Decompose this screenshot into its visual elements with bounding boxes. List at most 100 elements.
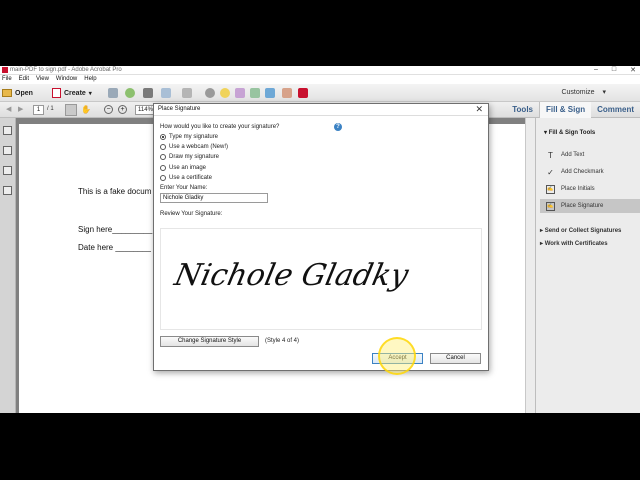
layers-icon[interactable]: [3, 186, 12, 195]
signature-preview-canvas: Nichole Gladky: [170, 258, 412, 293]
fill-and-sign-panel: ▾ Fill & Sign Tools T Add Text ✓ Add Che…: [535, 118, 640, 413]
text-icon: T: [548, 150, 553, 160]
dialog-title-bar: Place Signature ✕: [154, 104, 488, 116]
highlight-icon[interactable]: [235, 88, 245, 98]
select-tool-icon[interactable]: [65, 104, 77, 116]
option-label: Draw my signature: [169, 154, 220, 160]
cursor-highlight: [378, 337, 416, 375]
comment-icon[interactable]: [220, 88, 230, 98]
add-checkmark-tool[interactable]: ✓ Add Checkmark: [540, 165, 640, 179]
window-title: main-PDF to sign.pdf - Adobe Acrobat Pro: [10, 67, 122, 73]
place-signature-dialog: Place Signature ✕ How would you like to …: [153, 103, 489, 371]
name-field-label: Enter Your Name:: [160, 185, 208, 191]
page-total: / 1: [47, 106, 54, 112]
dialog-close-button[interactable]: ✕: [475, 104, 483, 115]
save-icon[interactable]: [108, 88, 118, 98]
menu-edit[interactable]: Edit: [19, 75, 29, 84]
customize-label: Customize: [561, 89, 595, 96]
add-checkmark-label: Add Checkmark: [561, 169, 604, 175]
print-icon[interactable]: [143, 88, 153, 98]
option-label: Use a webcam (New!): [169, 144, 229, 150]
zoom-out-icon[interactable]: −: [104, 105, 113, 114]
place-signature-tool[interactable]: ✍ Place Signature: [540, 199, 640, 213]
maximize-button[interactable]: □: [612, 66, 616, 74]
radio-icon[interactable]: [160, 175, 166, 181]
menu-help[interactable]: Help: [84, 75, 96, 84]
page-down-icon[interactable]: ▶: [18, 105, 23, 113]
add-text-label: Add Text: [561, 152, 585, 158]
page-up-icon[interactable]: ◀: [6, 105, 11, 113]
customize-menu[interactable]: Customize ▾: [561, 88, 606, 96]
add-text-tool[interactable]: T Add Text: [540, 148, 640, 162]
create-pdf-icon: [52, 88, 61, 98]
vertical-scrollbar[interactable]: [525, 118, 535, 413]
create-button[interactable]: Create ▾: [52, 87, 92, 99]
close-window-button[interactable]: ✕: [630, 66, 636, 74]
radio-icon[interactable]: [160, 154, 166, 160]
option-label: Use an image: [169, 165, 207, 171]
creation-method-question: How would you like to create your signat…: [160, 124, 280, 130]
menu-view[interactable]: View: [36, 75, 49, 84]
date-here-line: Date here ________: [78, 243, 151, 252]
stamp-icon[interactable]: [265, 88, 275, 98]
menu-bar: File Edit View Window Help: [0, 75, 640, 84]
option-label: Use a certificate: [169, 175, 213, 181]
option-type-signature[interactable]: Type my signature: [160, 134, 218, 140]
option-use-certificate[interactable]: Use a certificate: [160, 175, 212, 181]
sign-here-line: Sign here_________: [78, 225, 153, 234]
name-input[interactable]: Nichole Gladky: [160, 193, 268, 203]
settings-gear-icon[interactable]: [205, 88, 215, 98]
dialog-title: Place Signature: [158, 106, 201, 112]
tab-tools[interactable]: Tools: [506, 102, 539, 118]
zoom-in-icon[interactable]: +: [118, 105, 127, 114]
edit-icon[interactable]: [182, 88, 192, 98]
page-number-input[interactable]: 1: [33, 105, 44, 115]
panel-header-label: Fill & Sign Tools: [548, 130, 596, 136]
window-controls: – □ ✕: [594, 66, 636, 74]
work-with-certificates-label: Work with Certificates: [544, 241, 608, 247]
radio-selected-icon[interactable]: [160, 134, 166, 140]
chevron-down-icon: ▾: [602, 89, 606, 96]
menu-window[interactable]: Window: [56, 75, 77, 84]
radio-icon[interactable]: [160, 165, 166, 171]
option-use-webcam[interactable]: Use a webcam (New!): [160, 144, 228, 150]
chevron-down-icon: ▾: [88, 90, 92, 97]
checkmark-icon: ✓: [547, 167, 554, 177]
navigation-pane: [0, 118, 16, 413]
pane-tabs: Tools Fill & Sign Comment: [506, 102, 640, 118]
help-icon[interactable]: ?: [334, 123, 342, 131]
send-or-collect-signatures-link[interactable]: ▸ Send or Collect Signatures: [540, 227, 621, 234]
work-with-certificates-link[interactable]: ▸ Work with Certificates: [540, 240, 608, 247]
minimize-button[interactable]: –: [594, 66, 598, 74]
place-signature-label: Place Signature: [561, 203, 604, 209]
page-thumbnails-icon[interactable]: [3, 126, 12, 135]
cancel-button[interactable]: Cancel: [430, 353, 481, 364]
tab-comment[interactable]: Comment: [591, 102, 640, 118]
attach-icon[interactable]: [250, 88, 260, 98]
letterbox-top: [0, 0, 640, 66]
signature-icon: ✍: [546, 201, 555, 211]
place-initials-label: Place Initials: [561, 186, 595, 192]
export-icon[interactable]: [282, 88, 292, 98]
hand-tool-icon[interactable]: ✋: [81, 105, 91, 114]
menu-file[interactable]: File: [2, 75, 12, 84]
signatures-pane-icon[interactable]: [3, 166, 12, 175]
bookmarks-icon[interactable]: [3, 146, 12, 155]
tab-fill-and-sign[interactable]: Fill & Sign: [539, 102, 592, 118]
signature-preview-text: Nichole Gladky: [170, 258, 412, 293]
place-initials-tool[interactable]: ✍ Place Initials: [540, 182, 640, 196]
panel-header[interactable]: ▾ Fill & Sign Tools: [544, 129, 595, 136]
option-draw-signature[interactable]: Draw my signature: [160, 154, 219, 160]
radio-icon[interactable]: [160, 144, 166, 150]
document-text-line: This is a fake docum: [78, 187, 152, 196]
option-use-image[interactable]: Use an image: [160, 165, 206, 171]
option-label: Type my signature: [169, 134, 219, 140]
sign-icon[interactable]: [298, 88, 308, 98]
folder-icon: [2, 89, 12, 97]
email-icon[interactable]: [161, 88, 171, 98]
cloud-icon[interactable]: [125, 88, 135, 98]
main-toolbar: Open Create ▾ Customize ▾: [0, 84, 640, 102]
open-button[interactable]: Open: [2, 87, 33, 99]
create-label: Create: [64, 89, 86, 97]
change-signature-style-button[interactable]: Change Signature Style: [160, 336, 259, 347]
